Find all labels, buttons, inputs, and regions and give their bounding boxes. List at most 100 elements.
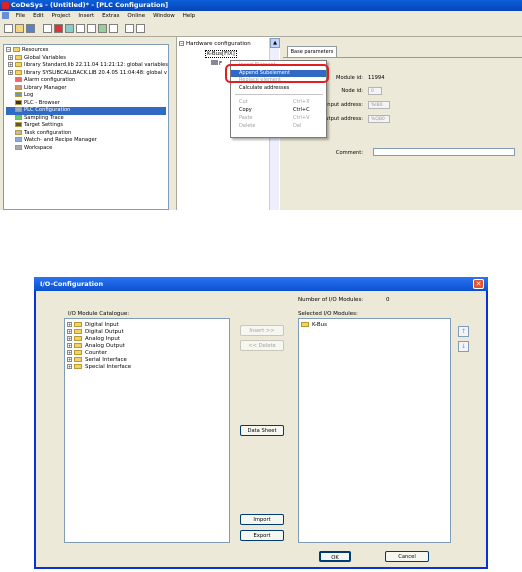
menu-item-copy[interactable]: Copy Ctrl+C <box>231 107 326 115</box>
print-icon[interactable] <box>109 24 118 33</box>
move-down-icon[interactable]: ↓ <box>458 341 469 352</box>
catalogue-item-digital-input[interactable]: + Digital Input <box>67 322 227 329</box>
selected-item-kbus[interactable]: K-Bus <box>301 322 448 329</box>
menu-window[interactable]: Window <box>150 11 178 21</box>
highlight-annotation <box>225 64 329 83</box>
expand-icon[interactable]: + <box>67 357 72 362</box>
ok-button[interactable]: OK <box>319 551 351 562</box>
tree-item-library-syslibcallback[interactable]: + library SYSLIBCALLBACK.LIB 20.4.05 11:0… <box>6 69 167 78</box>
data-sheet-button[interactable]: Data Sheet <box>240 425 284 436</box>
import-button[interactable]: Import <box>240 514 284 525</box>
find-icon[interactable] <box>125 24 134 33</box>
step-icon[interactable] <box>87 24 96 33</box>
hw-kbus[interactable]: K-Bus[FIX] <box>205 50 237 58</box>
expand-icon[interactable]: + <box>8 54 13 60</box>
watch-icon <box>15 137 22 142</box>
expand-icon[interactable]: + <box>67 343 72 348</box>
hw-root[interactable]: − Hardware configuration <box>179 41 251 47</box>
tree-item-plc-browser[interactable]: PLC - Browser <box>6 99 166 108</box>
selected-modules-label: Selected I/O Modules: <box>298 311 358 317</box>
move-up-icon[interactable]: ↑ <box>458 326 469 337</box>
module-icon <box>211 60 218 65</box>
output-address-field[interactable]: %QB0 <box>368 115 390 123</box>
menu-separator <box>235 94 323 95</box>
folder-icon <box>74 357 82 362</box>
folder-icon <box>74 364 82 369</box>
catalogue-item-analog-output[interactable]: + Analog Output <box>67 343 227 350</box>
input-address-field[interactable]: %IB0 <box>368 101 390 109</box>
tree-item-sampling-trace[interactable]: Sampling Trace <box>6 114 166 123</box>
menu-extras[interactable]: Extras <box>99 11 122 21</box>
expand-icon[interactable]: + <box>67 322 72 327</box>
login-icon[interactable] <box>65 24 74 33</box>
resources-tree[interactable]: − Resources + Global Variables + library St… <box>3 44 169 210</box>
close-icon[interactable]: ✕ <box>473 279 484 289</box>
tree-item-task-configuration[interactable]: Task configuration <box>6 129 166 138</box>
tree-item-plc-configuration[interactable]: PLC Configuration <box>6 107 166 115</box>
toolbar <box>0 21 522 37</box>
tree-item-watch-recipe-manager[interactable]: Watch- and Recipe Manager <box>6 137 166 145</box>
expand-icon[interactable]: + <box>67 336 72 341</box>
expand-icon[interactable]: + <box>8 69 13 75</box>
stop-icon[interactable] <box>54 24 63 33</box>
build-icon[interactable] <box>43 24 52 33</box>
catalogue-item-serial-interface[interactable]: + Serial Interface <box>67 357 227 364</box>
tree-item-library-standard[interactable]: + library Standard.lib 22.11.04 11:21:12:… <box>6 62 168 70</box>
tree-item-log[interactable]: Log <box>6 92 166 100</box>
collapse-icon[interactable]: − <box>6 47 11 52</box>
log-icon <box>15 92 22 97</box>
expand-icon[interactable]: + <box>67 350 72 355</box>
breakpoint-icon[interactable] <box>98 24 107 33</box>
tab-base-parameters[interactable]: Base parameters <box>287 46 337 57</box>
folder-icon <box>301 322 309 327</box>
menu-file[interactable]: File <box>13 11 28 21</box>
document-icon[interactable] <box>2 12 9 19</box>
export-button[interactable]: Export <box>240 530 284 541</box>
selected-modules-list[interactable]: K-Bus <box>298 318 451 543</box>
scroll-up-icon[interactable]: ▲ <box>270 38 280 48</box>
codesys-logo-icon <box>2 2 9 9</box>
menu-online[interactable]: Online <box>124 11 148 21</box>
delete-button[interactable]: << Delete <box>240 340 284 351</box>
insert-button[interactable]: Insert >> <box>240 325 284 336</box>
expand-icon[interactable]: + <box>8 62 13 67</box>
open-folder-icon[interactable] <box>15 24 24 33</box>
cancel-button[interactable]: Cancel <box>385 551 429 562</box>
tree-item-workspace[interactable]: Workspace <box>6 144 166 153</box>
expand-icon[interactable]: + <box>67 329 72 334</box>
comment-field[interactable] <box>373 148 515 156</box>
catalogue-item-special-interface[interactable]: + Special Interface <box>67 364 227 371</box>
catalogue-item-counter[interactable]: + Counter <box>67 350 227 357</box>
tree-item-global-variables[interactable]: + Global Variables <box>6 54 166 63</box>
menu-item-delete[interactable]: Delete Del <box>231 123 326 131</box>
hw-child-node[interactable]: F <box>211 60 222 67</box>
replace-icon[interactable] <box>136 24 145 33</box>
menu-item-paste[interactable]: Paste Ctrl+V <box>231 115 326 123</box>
node-id-field[interactable]: 0 <box>368 87 382 95</box>
menu-item-cut[interactable]: Cut Ctrl+X <box>231 99 326 107</box>
dialog-titlebar: I/O-Configuration <box>34 277 488 291</box>
folder-icon <box>74 329 82 334</box>
new-file-icon[interactable] <box>4 24 13 33</box>
comment-label: Comment: <box>335 150 363 156</box>
catalogue-list[interactable]: + Digital Input + Digital Output + Analog I… <box>64 318 230 543</box>
menu-insert[interactable]: Insert <box>75 11 97 21</box>
workspace-icon <box>15 144 22 150</box>
plc-config-icon <box>15 107 22 112</box>
save-icon[interactable] <box>26 24 35 33</box>
catalogue-item-analog-input[interactable]: + Analog Input <box>67 336 227 343</box>
folder-icon <box>13 47 20 52</box>
run-icon[interactable] <box>76 24 85 33</box>
menu-edit[interactable]: Edit <box>30 11 47 21</box>
menu-item-calculate-addresses[interactable]: Calculate addresses <box>231 85 326 93</box>
expand-icon[interactable]: + <box>67 364 72 369</box>
catalogue-item-digital-output[interactable]: + Digital Output <box>67 329 227 336</box>
collapse-icon[interactable]: − <box>179 41 184 46</box>
tree-item-library-manager[interactable]: Library Manager <box>6 84 166 93</box>
menu-help[interactable]: Help <box>180 11 199 21</box>
menu-project[interactable]: Project <box>49 11 74 21</box>
tree-item-resources[interactable]: − Resources <box>6 47 166 55</box>
tree-item-alarm-configuration[interactable]: Alarm configuration <box>6 77 166 85</box>
module-id-value: 11994 <box>368 75 385 81</box>
tree-item-target-settings[interactable]: Target Settings <box>6 122 166 130</box>
